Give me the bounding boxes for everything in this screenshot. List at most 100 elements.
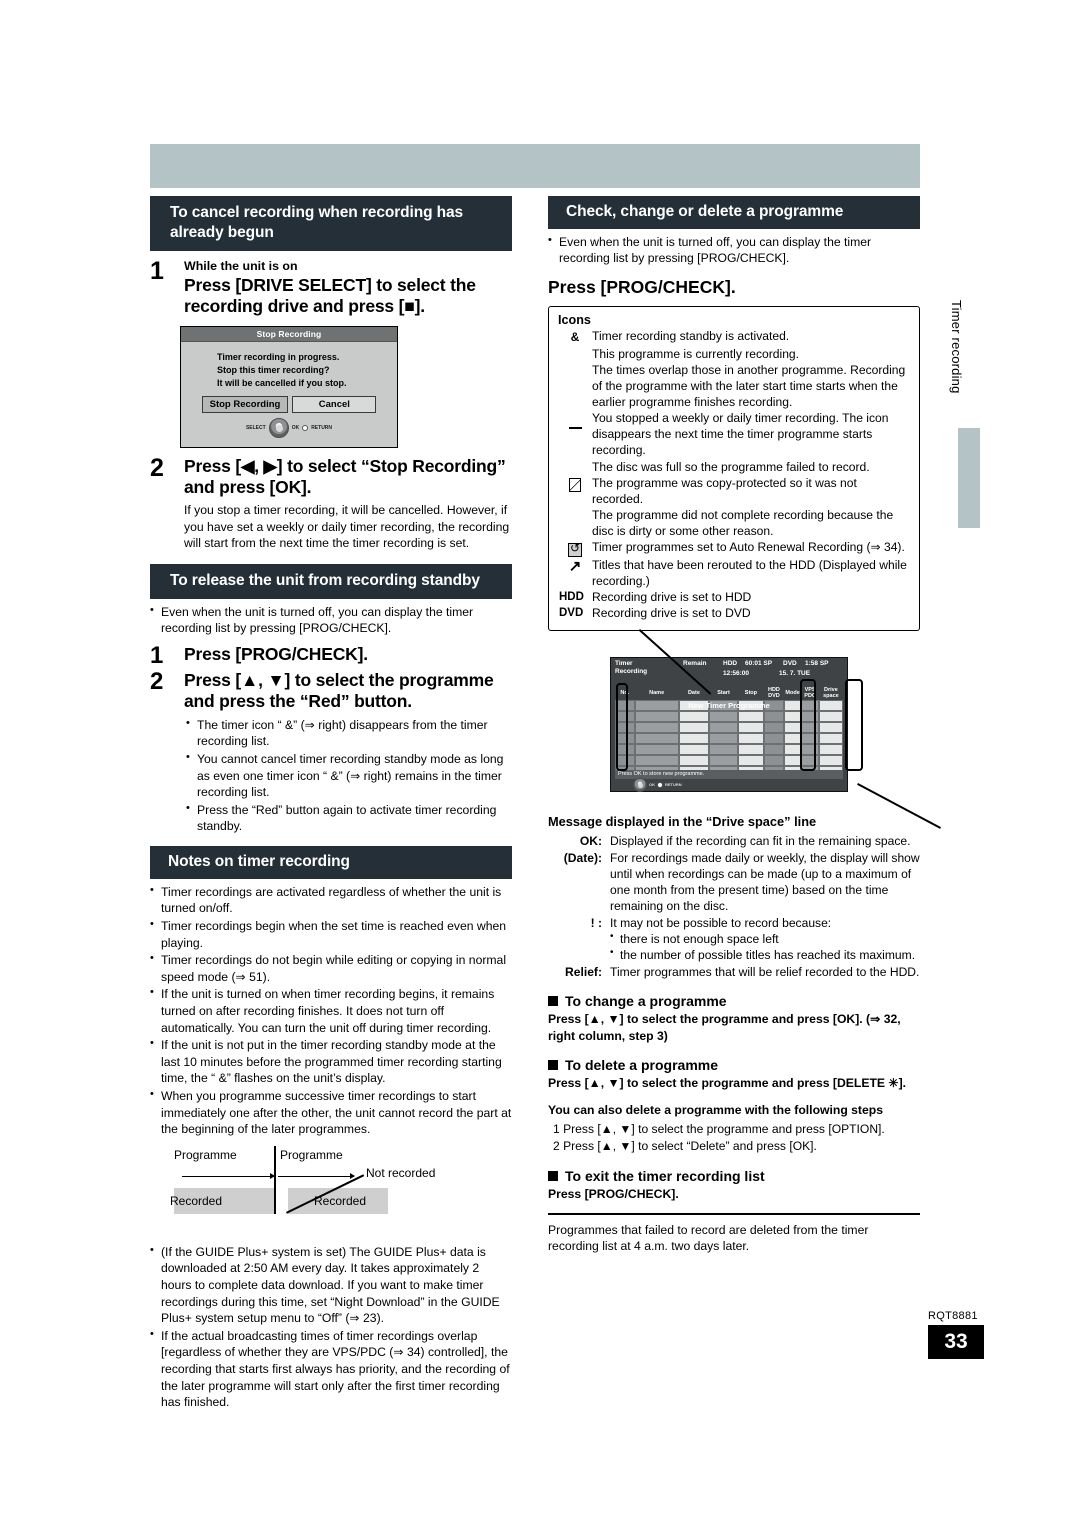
dpad-select-label: SELECT <box>245 425 266 432</box>
icon-legend-text: This programme is currently recording. <box>592 346 800 361</box>
osd-title: Stop Recording <box>181 326 397 343</box>
note-bullet: Timer recordings begin when the set time… <box>150 917 512 951</box>
step-number: 2 <box>150 667 164 695</box>
delete-programme-body: Press [▲, ▼] to select the programme and… <box>548 1076 907 1091</box>
drive-space-row: Relief: Timer programmes that will be re… <box>548 964 920 980</box>
icon-legend-row: The programme was copy-protected so it w… <box>558 475 910 507</box>
note-bullet: Timer recordings are activated regardles… <box>150 883 512 917</box>
stopped-weekly-icon <box>558 410 592 458</box>
col-mode: Mode <box>785 690 800 697</box>
drive-space-value: It may not be possible to record because… <box>610 916 832 931</box>
step-headline: Press [◀, ▶] to select “Stop Recording” … <box>184 456 506 498</box>
diagram-divider-line <box>274 1145 276 1214</box>
tv-title-line1: Timer <box>615 659 633 667</box>
drive-space-title: Message displayed in the “Drive space” l… <box>548 813 817 829</box>
drive-space-subitem: there is not enough space left <box>610 930 920 947</box>
drive-space-value: Timer programmes that will be relief rec… <box>610 965 920 980</box>
step-2-select-programme-red: 2 Press [▲, ▼] to select the programme a… <box>150 667 512 712</box>
return-button-icon <box>302 425 309 432</box>
icon-legend-row: This programme is currently recording. <box>558 346 910 362</box>
page-footer: RQT8881 33 <box>928 1310 988 1359</box>
timer-standby-icon: & <box>570 330 580 345</box>
icon-legend-text: The times overlap those in another progr… <box>592 363 906 410</box>
footnote-divider <box>548 1212 920 1215</box>
release-bullet: The timer icon “ &” (⇒ right) disappears… <box>186 716 512 750</box>
note-bullet: If the unit is not put in the timer reco… <box>150 1036 512 1087</box>
release-bullet: You cannot cancel timer recording standb… <box>186 750 512 801</box>
delete-step: 1 Press [▲, ▼] to select the programme a… <box>553 1121 885 1136</box>
icon-legend-row: DVD Recording drive is set to DVD <box>558 605 910 621</box>
step-number: 2 <box>150 454 164 483</box>
exit-list-body: Press [PROG/CHECK]. <box>548 1186 679 1201</box>
diagram-label-programme-1: Programme <box>174 1147 237 1162</box>
document-code: RQT8881 <box>928 1310 978 1322</box>
icon-legend-text: Timer recording standby is activated. <box>592 329 790 344</box>
icon-legend-text: Recording drive is set to HDD <box>592 590 752 605</box>
drive-space-value: For recordings made daily or weekly, the… <box>610 850 920 914</box>
osd-cancel-button[interactable]: Cancel <box>292 396 377 414</box>
manual-page: Timer recording To cancel recording when… <box>0 0 1080 1528</box>
square-bullet-icon <box>548 1170 558 1181</box>
tv-remain-label: Remain <box>683 659 707 667</box>
icon-legend-text: Recording drive is set to DVD <box>592 606 751 621</box>
drive-space-row: OK: Displayed if the recording can fit i… <box>548 833 920 849</box>
hdd-label-icon: HDD <box>559 591 584 604</box>
banner-notes-timer-recording: Notes on timer recording <box>150 846 512 879</box>
highlight-drive-space-column <box>845 678 863 771</box>
col-start: Start <box>717 690 730 697</box>
incomplete-icon <box>558 507 592 539</box>
timer-recording-screen-illustration: Timer Recording Remain HDD 60:01 SP DVD … <box>548 628 941 829</box>
page-number: 33 <box>928 1325 984 1359</box>
dpad-icon <box>268 418 289 439</box>
icon-legend-row: Timer programmes set to Auto Renewal Rec… <box>558 539 910 557</box>
release-bullet: Press the “Red” button again to activate… <box>186 801 512 835</box>
diagram-arrow-1 <box>182 1173 275 1180</box>
step-note: If you stop a timer recording, it will b… <box>184 503 510 551</box>
osd-message-line-1: Timer recording in progress. <box>217 352 340 363</box>
highlight-no-column <box>616 682 628 771</box>
icon-legend-row: ↗ Titles that have been rerouted to the … <box>558 557 910 589</box>
rerouted-hdd-icon: ↗ <box>568 557 582 575</box>
icon-legend-text: The disc was full so the programme faile… <box>592 459 870 474</box>
col-drive-space: Drive space <box>823 687 839 700</box>
auto-renewal-icon <box>558 539 592 557</box>
osd-stop-recording-button[interactable]: Stop Recording <box>201 396 289 414</box>
icon-legend-row: The times overlap those in another progr… <box>558 362 910 410</box>
square-bullet-icon <box>548 996 558 1007</box>
drive-space-value: Displayed if the recording can fit in th… <box>610 833 911 848</box>
left-column: To cancel recording when recording has a… <box>150 196 512 1412</box>
icon-legend-row: & Timer recording standby is activated. <box>558 328 910 346</box>
step-lead-text: While the unit is on <box>184 258 298 273</box>
step-headline: Press [▲, ▼] to select the programme and… <box>184 669 494 711</box>
highlight-hdd-dvd-column <box>800 678 816 771</box>
return-button-icon <box>657 781 663 788</box>
diagram-label-not-recorded: Not recorded <box>366 1165 436 1180</box>
recording-now-icon <box>558 346 592 362</box>
drive-space-messages-box: Message displayed in the “Drive space” l… <box>548 814 920 981</box>
dpad-return-label: RETURN <box>665 782 682 788</box>
dpad-ok-label: OK <box>291 425 300 432</box>
release-standby-intro: Even when the unit is turned off, you ca… <box>150 603 512 637</box>
footnote-text: Programmes that failed to record are del… <box>548 1222 869 1254</box>
tv-hdd-label: HDD <box>723 659 738 667</box>
icon-legend-row: HDD Recording drive is set to HDD <box>558 589 910 605</box>
check-intro-text: Even when the unit is turned off, you ca… <box>548 233 920 267</box>
icons-box-title: Icons <box>558 313 591 328</box>
heading-text: To delete a programme <box>565 1057 719 1074</box>
delete-alt-heading: You can also delete a programme with the… <box>548 1103 883 1118</box>
icon-legend-text: The programme was copy-protected so it w… <box>592 475 857 506</box>
step-headline: Press [DRIVE SELECT] to select the recor… <box>184 274 476 316</box>
tv-clock: 12:56:00 <box>723 669 750 677</box>
overlap-icon <box>558 362 592 410</box>
icon-legend-text: Titles that have been rerouted to the HD… <box>592 557 907 589</box>
col-stop: Stop <box>744 690 758 697</box>
osd-message-line-3: It will be cancelled if you stop. <box>217 377 347 388</box>
col-name: Name <box>649 690 665 697</box>
heading-exit-list: To exit the timer recording list <box>548 1168 920 1184</box>
note-bullet-overlap: If the actual broadcasting times of time… <box>150 1327 512 1411</box>
icon-legend-text: Timer programmes set to Auto Renewal Rec… <box>592 539 905 554</box>
step-1-prog-check: 1 Press [PROG/CHECK]. <box>150 643 512 668</box>
step-1-drive-select: 1 While the unit is on Press [DRIVE SELE… <box>150 258 512 317</box>
heading-text: To exit the timer recording list <box>565 1167 765 1184</box>
change-programme-body: Press [▲, ▼] to select the programme and… <box>548 1012 901 1043</box>
